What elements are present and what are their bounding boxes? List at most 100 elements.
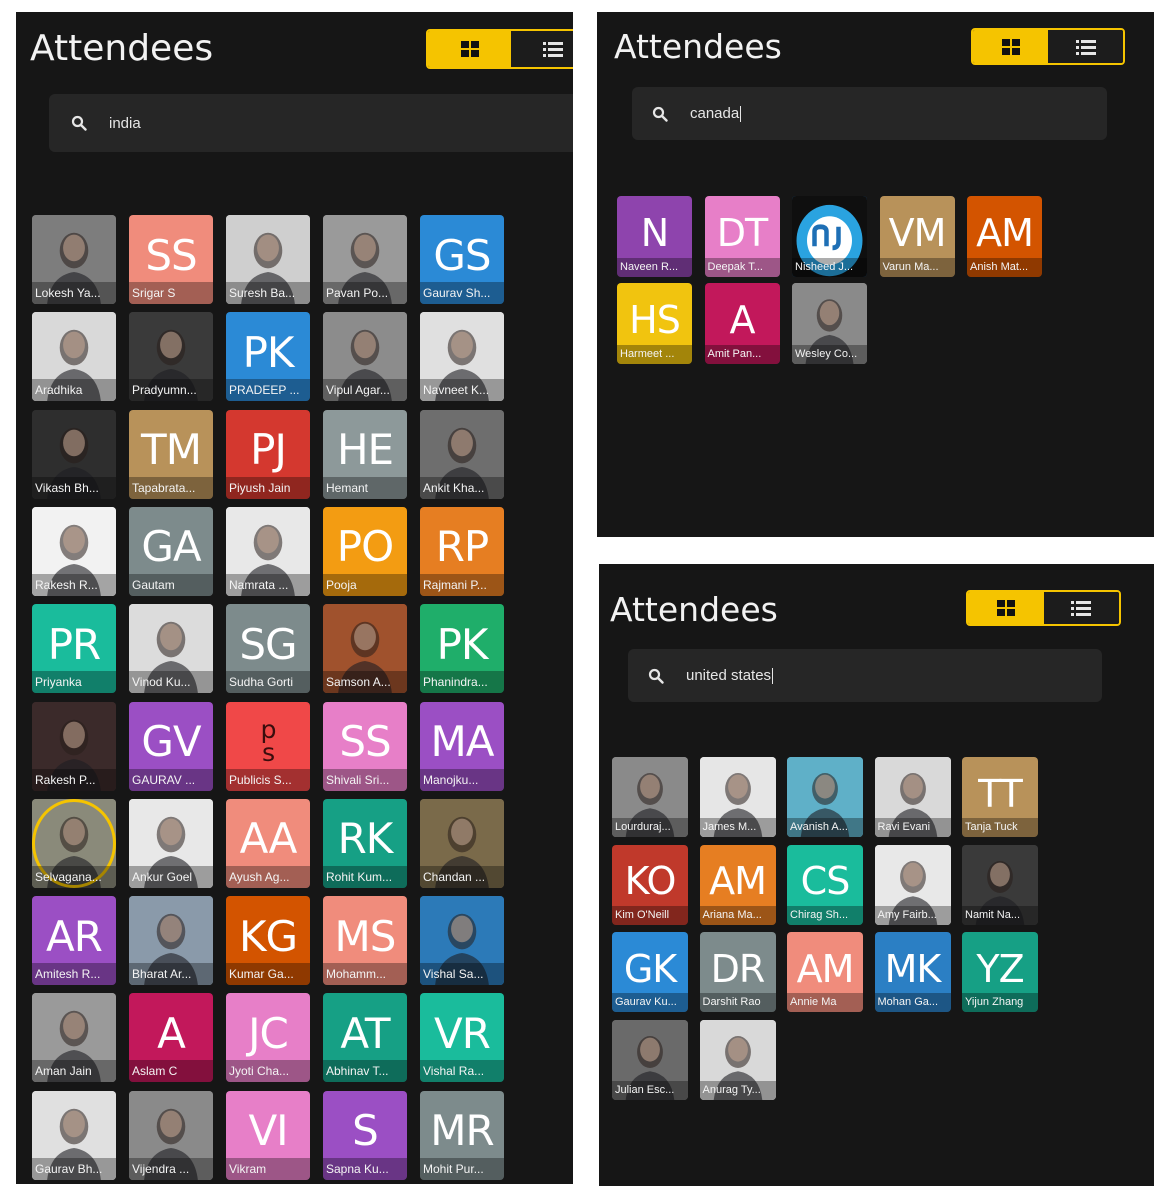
attendee-tile[interactable]: Navneet K...	[420, 312, 504, 402]
list-view-button[interactable]	[1043, 592, 1119, 624]
attendee-tile[interactable]: Vikash Bh...	[32, 409, 116, 499]
grid-view-button[interactable]	[973, 30, 1048, 63]
avatar-initials: TM	[141, 425, 202, 475]
attendee-tile[interactable]: Ankit Kha...	[420, 409, 504, 499]
attendee-tile[interactable]: p s Publicis S...	[226, 701, 310, 791]
attendee-tile[interactable]: Vipul Agar...	[323, 312, 407, 402]
attendee-tile[interactable]: Bharat Ar...	[129, 896, 213, 986]
attendee-tile[interactable]: KO Kim O'Neill	[612, 844, 688, 925]
search-input[interactable]: india	[49, 94, 573, 152]
attendee-tile[interactable]: A Amit Pan...	[704, 283, 780, 364]
avatar-initials: GK	[623, 946, 677, 991]
attendee-tile[interactable]: Aman Jain	[32, 993, 116, 1083]
attendee-tile[interactable]: N Naveen R...	[617, 196, 692, 277]
attendee-tile[interactable]: VR Vishal Ra...	[420, 993, 504, 1083]
attendee-tile[interactable]: PO Pooja	[323, 506, 407, 596]
attendee-tile[interactable]: GA Gautam	[129, 506, 213, 596]
attendee-tile[interactable]: TT Tanja Tuck	[962, 757, 1038, 837]
attendee-tile[interactable]: TM Tapabrata...	[129, 409, 213, 499]
attendee-tile[interactable]: MR Mohit Pur...	[420, 1090, 504, 1180]
attendee-tile[interactable]: James M...	[699, 757, 776, 837]
attendee-tile[interactable]: Suresh Ba...	[226, 215, 310, 304]
search-input[interactable]: united states	[628, 649, 1102, 702]
attendee-tile[interactable]: Wesley Co...	[792, 283, 867, 364]
list-view-button[interactable]	[511, 31, 573, 67]
avatar-initials: AT	[340, 1008, 390, 1058]
attendee-tile[interactable]: SG Sudha Gorti	[226, 604, 310, 694]
attendee-tile[interactable]: RP Rajmani P...	[420, 506, 504, 596]
attendee-tile[interactable]: YZ Yijun Zhang	[962, 932, 1038, 1012]
attendee-tile[interactable]: Rakesh R...	[32, 506, 116, 596]
attendee-tile[interactable]: GS Gaurav Sh...	[420, 215, 504, 304]
attendee-tile[interactable]: HE Hemant	[323, 409, 407, 499]
attendee-tile[interactable]: MK Mohan Ga...	[874, 932, 951, 1012]
attendee-name: Ravi Evani	[874, 818, 951, 837]
attendee-tile[interactable]: S Sapna Ku...	[323, 1090, 407, 1180]
attendee-tile[interactable]: AM Annie Ma	[787, 932, 863, 1012]
grid-view-button[interactable]	[968, 592, 1044, 624]
attendee-tile[interactable]: PK PRADEEP ...	[226, 312, 310, 402]
attendee-tile[interactable]: AM Ariana Ma...	[699, 844, 776, 925]
attendee-tile[interactable]: Julian Esc...	[612, 1019, 688, 1100]
attendee-tile[interactable]: HS Harmeet ...	[617, 283, 692, 364]
search-value: canada	[690, 104, 742, 123]
attendee-tile[interactable]: CS Chirag Sh...	[787, 844, 863, 925]
attendee-tile[interactable]: Lokesh Ya...	[32, 215, 116, 304]
attendee-name: Navneet K...	[420, 379, 504, 402]
attendee-tile[interactable]: Selvagana...	[32, 798, 116, 888]
attendee-name: Avanish A...	[787, 818, 863, 837]
avatar-initials: S	[352, 1106, 379, 1156]
attendee-tile[interactable]: Vishal Sa...	[420, 896, 504, 986]
attendee-tile[interactable]: Nisheed J...	[792, 196, 867, 277]
attendee-tile[interactable]: Lourduraj...	[612, 757, 688, 837]
attendee-tile[interactable]: Vijendra ...	[129, 1090, 213, 1180]
attendee-tile[interactable]: GK Gaurav Ku...	[612, 932, 688, 1012]
attendee-tile[interactable]: AR Amitesh R...	[32, 896, 116, 986]
attendee-tile[interactable]: Pavan Po...	[323, 215, 407, 304]
attendee-tile[interactable]: MA Manojku...	[420, 701, 504, 791]
attendee-tile[interactable]: A Aslam C	[129, 993, 213, 1083]
attendee-name: Kumar Ga...	[226, 963, 310, 986]
attendee-tile[interactable]: PJ Piyush Jain	[226, 409, 310, 499]
attendee-tile[interactable]: SS Shivali Sri...	[323, 701, 407, 791]
avatar-initials: DT	[716, 210, 768, 255]
attendee-tile[interactable]: Chandan ...	[420, 798, 504, 888]
attendee-tile[interactable]: Gaurav Bh...	[32, 1090, 116, 1180]
attendee-tile[interactable]: Ankur Goel	[129, 798, 213, 888]
attendee-tile[interactable]: Amy Fairb...	[874, 844, 951, 925]
attendee-tile[interactable]: Vinod Ku...	[129, 604, 213, 694]
attendee-tile[interactable]: VM Varun Ma...	[879, 196, 955, 277]
attendee-tile[interactable]: GV GAURAV ...	[129, 701, 213, 791]
attendee-tile[interactable]: SS Srigar S	[129, 215, 213, 304]
attendee-tile[interactable]: MS Mohamm...	[323, 896, 407, 986]
search-input[interactable]: canada	[632, 87, 1107, 140]
list-view-button[interactable]	[1048, 30, 1123, 63]
avatar-initials: KG	[238, 911, 298, 961]
text-caret	[772, 668, 774, 685]
attendee-tile[interactable]: VI Vikram	[226, 1090, 310, 1180]
attendee-tile[interactable]: AT Abhinav T...	[323, 993, 407, 1083]
attendee-tile[interactable]: RK Rohit Kum...	[323, 798, 407, 888]
attendee-tile[interactable]: DR Darshit Rao	[699, 932, 776, 1012]
attendee-tile[interactable]: JC Jyoti Cha...	[226, 993, 310, 1083]
avatar-initials: HE	[336, 425, 394, 475]
attendee-tile[interactable]: Namit Na...	[962, 844, 1038, 925]
grid-view-button[interactable]	[428, 31, 511, 67]
attendee-tile[interactable]: AM Anish Mat...	[967, 196, 1042, 277]
attendee-tile[interactable]: Avanish A...	[787, 757, 863, 837]
attendee-tile[interactable]: AA Ayush Ag...	[226, 798, 310, 888]
attendee-tile[interactable]: PR Priyanka	[32, 604, 116, 694]
attendee-tile[interactable]: Pradyumn...	[129, 312, 213, 402]
attendee-tile[interactable]: KG Kumar Ga...	[226, 896, 310, 986]
avatar-initials: A	[729, 297, 756, 342]
attendee-tile[interactable]: Anurag Ty...	[699, 1019, 776, 1100]
attendee-name: Selvagana...	[32, 865, 116, 888]
attendee-tile[interactable]: PK Phanindra...	[420, 604, 504, 694]
attendee-tile[interactable]: Namrata ...	[226, 506, 310, 596]
attendee-tile[interactable]: Rakesh P...	[32, 701, 116, 791]
attendee-name: Amitesh R...	[32, 963, 116, 986]
attendee-tile[interactable]: Samson A...	[323, 604, 407, 694]
attendee-tile[interactable]: Ravi Evani	[874, 757, 951, 837]
attendee-tile[interactable]: DT Deepak T...	[704, 196, 780, 277]
attendee-tile[interactable]: Aradhika	[32, 312, 116, 402]
